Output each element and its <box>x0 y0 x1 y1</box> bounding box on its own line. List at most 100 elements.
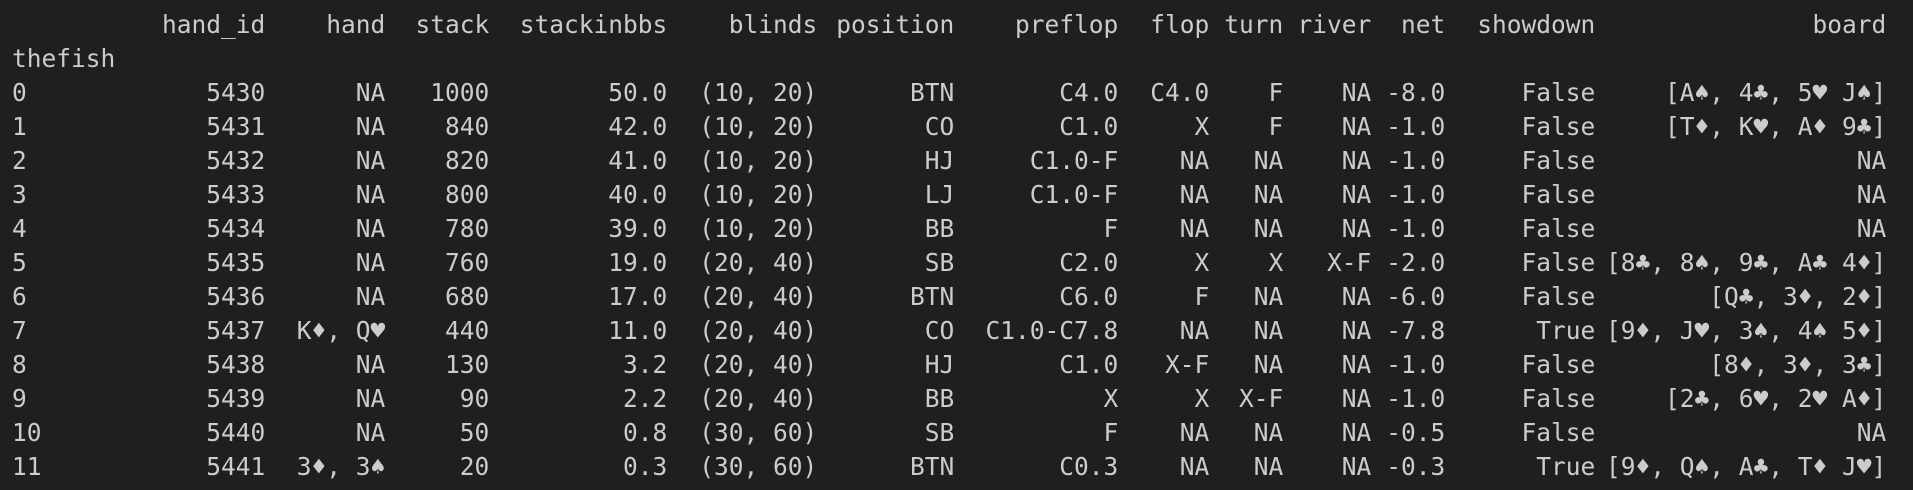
stack-cell: 50 <box>459 418 490 447</box>
column-header-showdown: showdown <box>1477 10 1596 39</box>
stackinbbs-cell: 39.0 <box>608 214 668 243</box>
showdown-cell: False <box>1521 282 1596 311</box>
row-index: 2 <box>12 146 27 175</box>
flop-cell: C4.0 <box>1150 78 1210 107</box>
river-cell: NA <box>1341 112 1372 141</box>
position-cell: HJ <box>924 350 955 379</box>
turn-cell: NA <box>1253 146 1284 175</box>
showdown-cell: True <box>1536 316 1596 345</box>
board-cell: [Q♣, 3♦, 2♦] <box>1709 282 1887 311</box>
showdown-cell: False <box>1521 180 1596 209</box>
stackinbbs-cell: 41.0 <box>608 146 668 175</box>
stack-cell: 440 <box>445 316 490 345</box>
river-cell: X-F <box>1327 248 1372 277</box>
row-index: 7 <box>12 316 27 345</box>
table-row: 0 5430 NA 1000 50.0 (10, 20) BTN C4.0 C4.0 F NA -8.… <box>0 76 1886 110</box>
position-cell: BB <box>924 214 955 243</box>
hand-cell: K♦, Q♥ <box>296 316 386 345</box>
stackinbbs-cell: 0.3 <box>623 452 668 481</box>
preflop-cell: C2.0 <box>1059 248 1119 277</box>
stack-cell: 840 <box>445 112 490 141</box>
index-header-blank <box>0 8 162 42</box>
position-cell: BB <box>924 384 955 413</box>
net-cell: -1.0 <box>1386 180 1446 209</box>
board-cell: NA <box>1856 180 1887 209</box>
net-cell: -1.0 <box>1386 146 1446 175</box>
hand-cell: NA <box>355 214 386 243</box>
hand-id-cell: 5434 <box>206 214 266 243</box>
column-header-stackinbbs: stackinbbs <box>519 10 668 39</box>
row-index: 4 <box>12 214 27 243</box>
hand-cell: NA <box>355 350 386 379</box>
column-header-turn: turn <box>1224 10 1284 39</box>
turn-cell: X-F <box>1239 384 1284 413</box>
net-cell: -0.3 <box>1386 452 1446 481</box>
table-row: 6 5436 NA 680 17.0 (20, 40) BTN C6.0 F NA NA -6.0 Fa… <box>0 280 1886 314</box>
table-body: 0 5430 NA 1000 50.0 (10, 20) BTN C4.0 C4.0 F NA -8.… <box>0 76 1886 484</box>
stack-cell: 800 <box>445 180 490 209</box>
river-cell: NA <box>1341 214 1372 243</box>
hand-cell: 3♦, 3♠ <box>296 452 386 481</box>
flop-cell: NA <box>1179 316 1210 345</box>
table-row: 10 5440 NA 50 0.8 (30, 60) SB F NA NA NA -0.5 False N… <box>0 416 1886 450</box>
row-index: 5 <box>12 248 27 277</box>
net-cell: -7.8 <box>1386 316 1446 345</box>
row-index: 3 <box>12 180 27 209</box>
hand-id-cell: 5430 <box>206 78 266 107</box>
showdown-cell: False <box>1521 384 1596 413</box>
index-name-row-filler <box>162 42 1886 76</box>
preflop-cell: C1.0 <box>1059 350 1119 379</box>
table-row: 8 5438 NA 130 3.2 (20, 40) HJ C1.0 X-F NA NA -1.0 Fa… <box>0 348 1886 382</box>
column-header-flop: flop <box>1150 10 1210 39</box>
dataframe-table: hand_id hand stack stackinbbs blinds pos… <box>0 8 1886 484</box>
blinds-cell: (10, 20) <box>699 180 818 209</box>
river-cell: NA <box>1341 384 1372 413</box>
flop-cell: F <box>1194 282 1210 311</box>
hand-id-cell: 5436 <box>206 282 266 311</box>
turn-cell: NA <box>1253 282 1284 311</box>
turn-cell: NA <box>1253 214 1284 243</box>
flop-cell: X <box>1194 112 1210 141</box>
stack-cell: 90 <box>459 384 490 413</box>
turn-cell: F <box>1268 78 1284 107</box>
column-header-blinds: blinds <box>728 10 818 39</box>
position-cell: HJ <box>924 146 955 175</box>
board-cell: [9♦, Q♠, A♣, T♦ J♥] <box>1606 452 1887 481</box>
turn-cell: NA <box>1253 350 1284 379</box>
position-cell: BTN <box>910 78 955 107</box>
dataframe-output: hand_id hand stack stackinbbs blinds pos… <box>0 0 1913 490</box>
hand-id-cell: 5435 <box>206 248 266 277</box>
table-row: 1 5431 NA 840 42.0 (10, 20) CO C1.0 X F NA -1.0 Fals… <box>0 110 1886 144</box>
blinds-cell: (30, 60) <box>699 452 818 481</box>
net-cell: -1.0 <box>1386 214 1446 243</box>
net-cell: -1.0 <box>1386 350 1446 379</box>
hand-id-cell: 5441 <box>206 452 266 481</box>
turn-cell: NA <box>1253 418 1284 447</box>
index-name: thefish <box>12 44 116 73</box>
river-cell: NA <box>1341 452 1372 481</box>
table-row: 11 5441 3♦, 3♠ 20 0.3 (30, 60) BTN C0.3 NA NA NA -0… <box>0 450 1886 484</box>
row-index: 6 <box>12 282 27 311</box>
table-row: 4 5434 NA 780 39.0 (10, 20) BB F NA NA NA -1.0 False… <box>0 212 1886 246</box>
stack-cell: 1000 <box>430 78 490 107</box>
position-cell: BTN <box>910 282 955 311</box>
river-cell: NA <box>1341 180 1372 209</box>
preflop-cell: C1.0 <box>1059 112 1119 141</box>
preflop-cell: C0.3 <box>1059 452 1119 481</box>
board-cell: [8♦, 3♦, 3♣] <box>1709 350 1887 379</box>
column-header-position: position <box>836 10 955 39</box>
hand-id-cell: 5431 <box>206 112 266 141</box>
board-cell: NA <box>1856 418 1887 447</box>
table-row: 2 5432 NA 820 41.0 (10, 20) HJ C1.0-F NA NA NA -1.0… <box>0 144 1886 178</box>
blinds-cell: (20, 40) <box>699 316 818 345</box>
showdown-cell: False <box>1521 350 1596 379</box>
preflop-cell: C6.0 <box>1059 282 1119 311</box>
stack-cell: 20 <box>459 452 490 481</box>
preflop-cell: C1.0-F <box>1029 180 1119 209</box>
stackinbbs-cell: 3.2 <box>623 350 668 379</box>
stackinbbs-cell: 19.0 <box>608 248 668 277</box>
showdown-cell: False <box>1521 248 1596 277</box>
net-cell: -1.0 <box>1386 384 1446 413</box>
preflop-cell: C4.0 <box>1059 78 1119 107</box>
turn-cell: NA <box>1253 452 1284 481</box>
